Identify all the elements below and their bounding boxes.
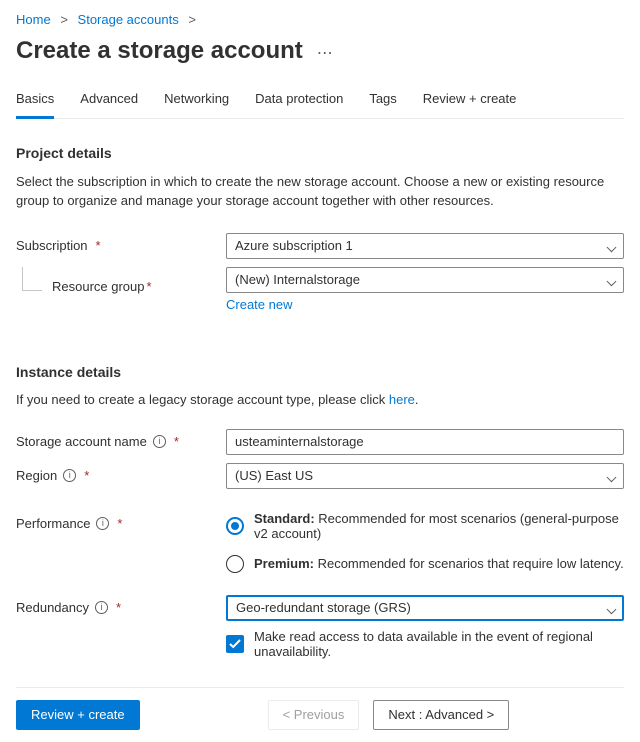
create-new-link[interactable]: Create new	[226, 297, 292, 312]
tab-data-protection[interactable]: Data protection	[255, 83, 343, 119]
performance-premium-label: Premium: Recommended for scenarios that …	[254, 556, 624, 571]
read-access-checkbox[interactable]	[226, 635, 244, 653]
resource-group-select[interactable]: (New) Internalstorage	[226, 267, 624, 293]
instance-details-section: Instance details If you need to create a…	[16, 364, 624, 659]
legacy-note: If you need to create a legacy storage a…	[16, 392, 624, 407]
previous-button: < Previous	[268, 700, 360, 730]
tabs: Basics Advanced Networking Data protecti…	[16, 83, 624, 119]
check-icon	[229, 638, 241, 650]
read-access-label: Make read access to data available in th…	[254, 629, 624, 659]
tab-networking[interactable]: Networking	[164, 83, 229, 119]
breadcrumb-home[interactable]: Home	[16, 12, 51, 27]
performance-standard-radio[interactable]	[226, 517, 244, 535]
redundancy-label: Redundancy i *	[16, 595, 226, 615]
tab-review-create[interactable]: Review + create	[423, 83, 517, 119]
review-create-button[interactable]: Review + create	[16, 700, 140, 730]
breadcrumb: Home > Storage accounts >	[16, 12, 624, 27]
storage-account-name-input[interactable]	[226, 429, 624, 455]
project-details-desc: Select the subscription in which to crea…	[16, 173, 624, 211]
tab-basics[interactable]: Basics	[16, 83, 54, 119]
info-icon[interactable]: i	[63, 469, 76, 482]
region-label: Region i *	[16, 463, 226, 483]
performance-standard-label: Standard: Recommended for most scenarios…	[254, 511, 624, 541]
footer: Review + create < Previous Next : Advanc…	[16, 687, 624, 742]
page-title: Create a storage account	[16, 37, 303, 65]
redundancy-select[interactable]: Geo-redundant storage (GRS)	[226, 595, 624, 621]
region-select[interactable]: (US) East US	[226, 463, 624, 489]
info-icon[interactable]: i	[153, 435, 166, 448]
tab-tags[interactable]: Tags	[369, 83, 396, 119]
project-details-section: Project details Select the subscription …	[16, 145, 624, 312]
performance-premium-radio[interactable]	[226, 555, 244, 573]
subscription-select[interactable]: Azure subscription 1	[226, 233, 624, 259]
indent-line-icon	[22, 267, 42, 291]
storage-account-name-label: Storage account name i *	[16, 429, 226, 449]
tab-advanced[interactable]: Advanced	[80, 83, 138, 119]
info-icon[interactable]: i	[95, 601, 108, 614]
legacy-here-link[interactable]: here	[389, 392, 415, 407]
chevron-right-icon: >	[60, 12, 68, 27]
instance-details-heading: Instance details	[16, 364, 624, 380]
chevron-right-icon: >	[188, 12, 196, 27]
info-icon[interactable]: i	[96, 517, 109, 530]
breadcrumb-storage-accounts[interactable]: Storage accounts	[78, 12, 179, 27]
performance-label: Performance i *	[16, 511, 226, 531]
subscription-label: Subscription*	[16, 233, 226, 253]
next-button[interactable]: Next : Advanced >	[373, 700, 509, 730]
more-options-icon[interactable]: ⋯	[317, 43, 333, 77]
resource-group-label: Resource group*	[52, 279, 152, 299]
project-details-heading: Project details	[16, 145, 624, 161]
